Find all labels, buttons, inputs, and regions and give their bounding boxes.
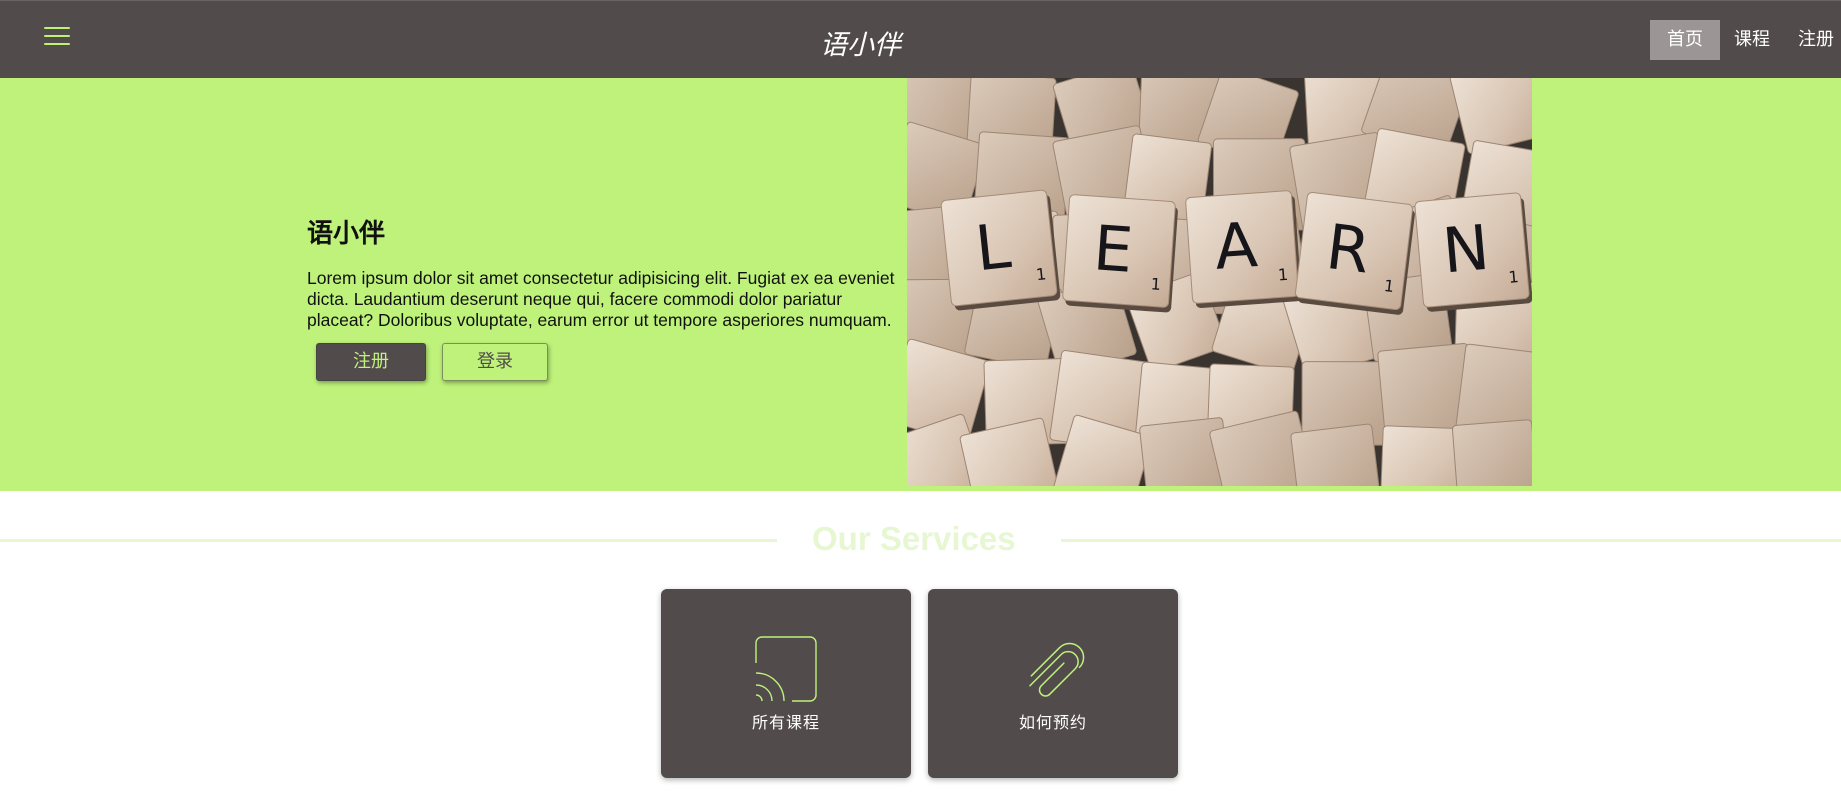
tile-score: 1 — [1150, 274, 1161, 294]
nav-links: 首页 课程 注册 — [1650, 20, 1841, 60]
tile-score: 1 — [1277, 265, 1288, 285]
letter-tile: N1 — [1414, 192, 1532, 312]
background-tile — [1451, 419, 1532, 486]
letter-tile: A1 — [1185, 190, 1302, 309]
background-tile — [1290, 423, 1382, 486]
nav-item-register[interactable]: 注册 — [1784, 20, 1841, 60]
service-card-label: 所有课程 — [751, 713, 820, 732]
tile-score: 1 — [1035, 264, 1047, 284]
letter-tile: E1 — [1062, 194, 1178, 313]
tile-letter: E — [1091, 211, 1135, 287]
service-card-label: 如何预约 — [1018, 713, 1087, 732]
tile-score: 1 — [1508, 267, 1520, 287]
paperclip-icon — [1029, 642, 1085, 697]
letter-tile: L1 — [940, 189, 1061, 311]
tile-letter: R — [1322, 210, 1374, 288]
hero-description: Lorem ipsum dolor sit amet consectetur a… — [307, 268, 895, 330]
hamburger-menu-icon[interactable] — [44, 27, 70, 49]
services-heading: Our Services — [812, 520, 1016, 557]
tile-letter: N — [1440, 211, 1493, 288]
tile-letter: A — [1212, 208, 1259, 284]
brand-logo-text[interactable]: 语小伴 — [820, 23, 901, 62]
register-button[interactable]: 注册 — [316, 343, 426, 381]
service-card-how-to-book[interactable]: 如何预约 — [928, 589, 1178, 778]
hero-title: 语小伴 — [307, 219, 386, 249]
hero-section: 语小伴 Lorem ipsum dolor sit amet consectet… — [0, 78, 1841, 491]
scrabble-learn-image: L1E1A1R1N1 — [907, 78, 1532, 486]
divider-right — [1061, 539, 1841, 542]
background-tile — [1380, 425, 1463, 486]
service-card-all-courses[interactable]: 所有课程 — [661, 589, 911, 778]
nav-item-courses[interactable]: 课程 — [1720, 20, 1784, 60]
login-button[interactable]: 登录 — [442, 343, 548, 381]
top-navbar: 语小伴 首页 课程 注册 — [0, 0, 1841, 78]
nav-item-home[interactable]: 首页 — [1650, 20, 1720, 60]
cast-icon — [755, 636, 817, 702]
divider-left — [0, 539, 777, 542]
letter-tile: R1 — [1295, 192, 1415, 315]
